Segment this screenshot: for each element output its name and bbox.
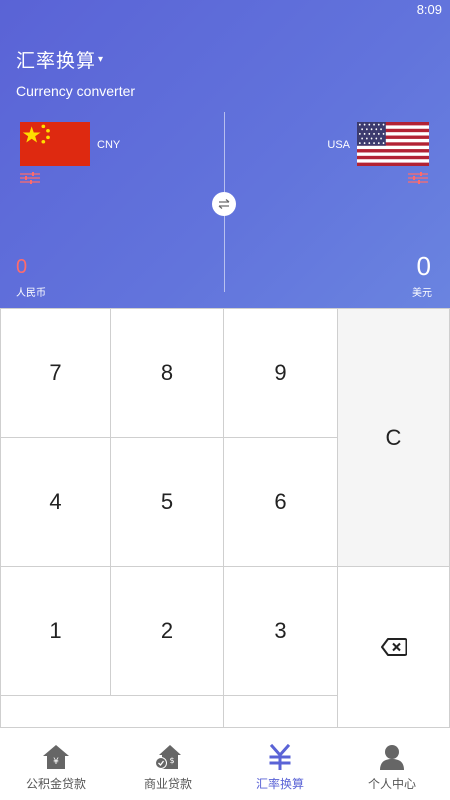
tab-commercial-loan[interactable]: $ 商业贷款 (112, 728, 224, 800)
key-9[interactable]: 9 (223, 308, 338, 438)
key-3[interactable]: 3 (223, 566, 338, 696)
backspace-button[interactable] (337, 566, 450, 728)
tab-label: 公积金贷款 (25, 777, 86, 791)
tab-label: 商业贷款 (143, 777, 192, 791)
page-title: 汇率换算 (16, 50, 97, 72)
key-0[interactable] (0, 695, 224, 728)
caret-down-icon: ▾ (98, 54, 104, 65)
backspace-icon (380, 638, 407, 656)
house-dollar-icon: $ (154, 744, 182, 770)
from-currency-code: CNY (97, 139, 121, 151)
sliders-icon[interactable] (20, 171, 40, 185)
svg-text:$: $ (169, 756, 174, 765)
tab-label: 个人中心 (367, 777, 416, 791)
status-bar: 8:09 (0, 0, 450, 18)
key-1[interactable]: 1 (0, 566, 111, 696)
house-yen-icon: ¥ (42, 744, 70, 770)
converter-header: 8:09 汇率换算 ▾ Currency converter CNY USA 0… (0, 0, 450, 308)
key-7[interactable]: 7 (0, 308, 111, 438)
swap-icon (218, 199, 230, 209)
key-dot[interactable] (223, 695, 338, 728)
person-icon (378, 744, 406, 770)
swap-button[interactable] (212, 192, 236, 216)
from-currency-name: 人民币 (16, 288, 46, 299)
bottom-tab-bar: ¥ 公积金贷款 $ 商业贷款 汇率换算 个人中心 (0, 728, 450, 800)
from-amount: 0 (16, 256, 28, 278)
tab-exchange-rate[interactable]: 汇率换算 (224, 728, 336, 800)
sliders-icon[interactable] (408, 171, 428, 185)
key-8[interactable]: 8 (110, 308, 224, 438)
status-time: 8:09 (416, 2, 442, 17)
key-5[interactable]: 5 (110, 437, 224, 567)
to-currency-name: 美元 (412, 288, 432, 299)
china-flag-icon[interactable] (20, 122, 90, 166)
key-2[interactable]: 2 (110, 566, 224, 696)
title-dropdown[interactable]: 汇率换算 ▾ (16, 46, 103, 73)
tab-label: 汇率换算 (255, 777, 304, 791)
clear-button[interactable]: C (337, 308, 450, 567)
number-keypad: 7 8 9 C 4 5 6 1 2 3 (0, 308, 450, 728)
key-6[interactable]: 6 (223, 437, 338, 567)
to-amount: 0 (416, 251, 431, 281)
svg-text:¥: ¥ (53, 757, 59, 767)
yen-icon (266, 744, 294, 770)
usa-flag-icon[interactable] (357, 122, 429, 166)
tab-provident-fund-loan[interactable]: ¥ 公积金贷款 (0, 728, 112, 800)
page-subtitle: Currency converter (16, 83, 136, 99)
tab-personal-center[interactable]: 个人中心 (336, 728, 448, 800)
to-currency-code: USA (327, 139, 350, 151)
key-4[interactable]: 4 (0, 437, 111, 567)
